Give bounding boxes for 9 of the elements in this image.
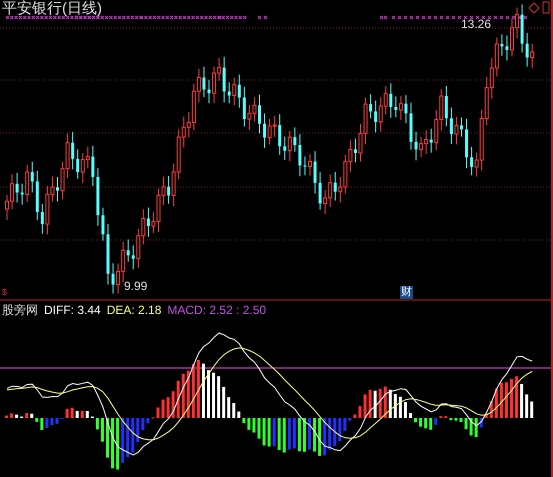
diff-value: DIFF: 3.44 [44, 302, 101, 318]
event-marker[interactable]: 财 [400, 286, 413, 299]
chart-title: 平安银行(日线) [2, 0, 102, 18]
symbol-marker: $ [2, 287, 8, 297]
low-price-label: 9.99 [124, 279, 148, 293]
indicator-name: 股旁网 [2, 302, 38, 318]
dea-value: DEA: 2.18 [106, 302, 162, 318]
high-price-label: 13.26 [461, 17, 492, 31]
macd-value: MACD: 2.52 : 2.50 [167, 302, 266, 318]
